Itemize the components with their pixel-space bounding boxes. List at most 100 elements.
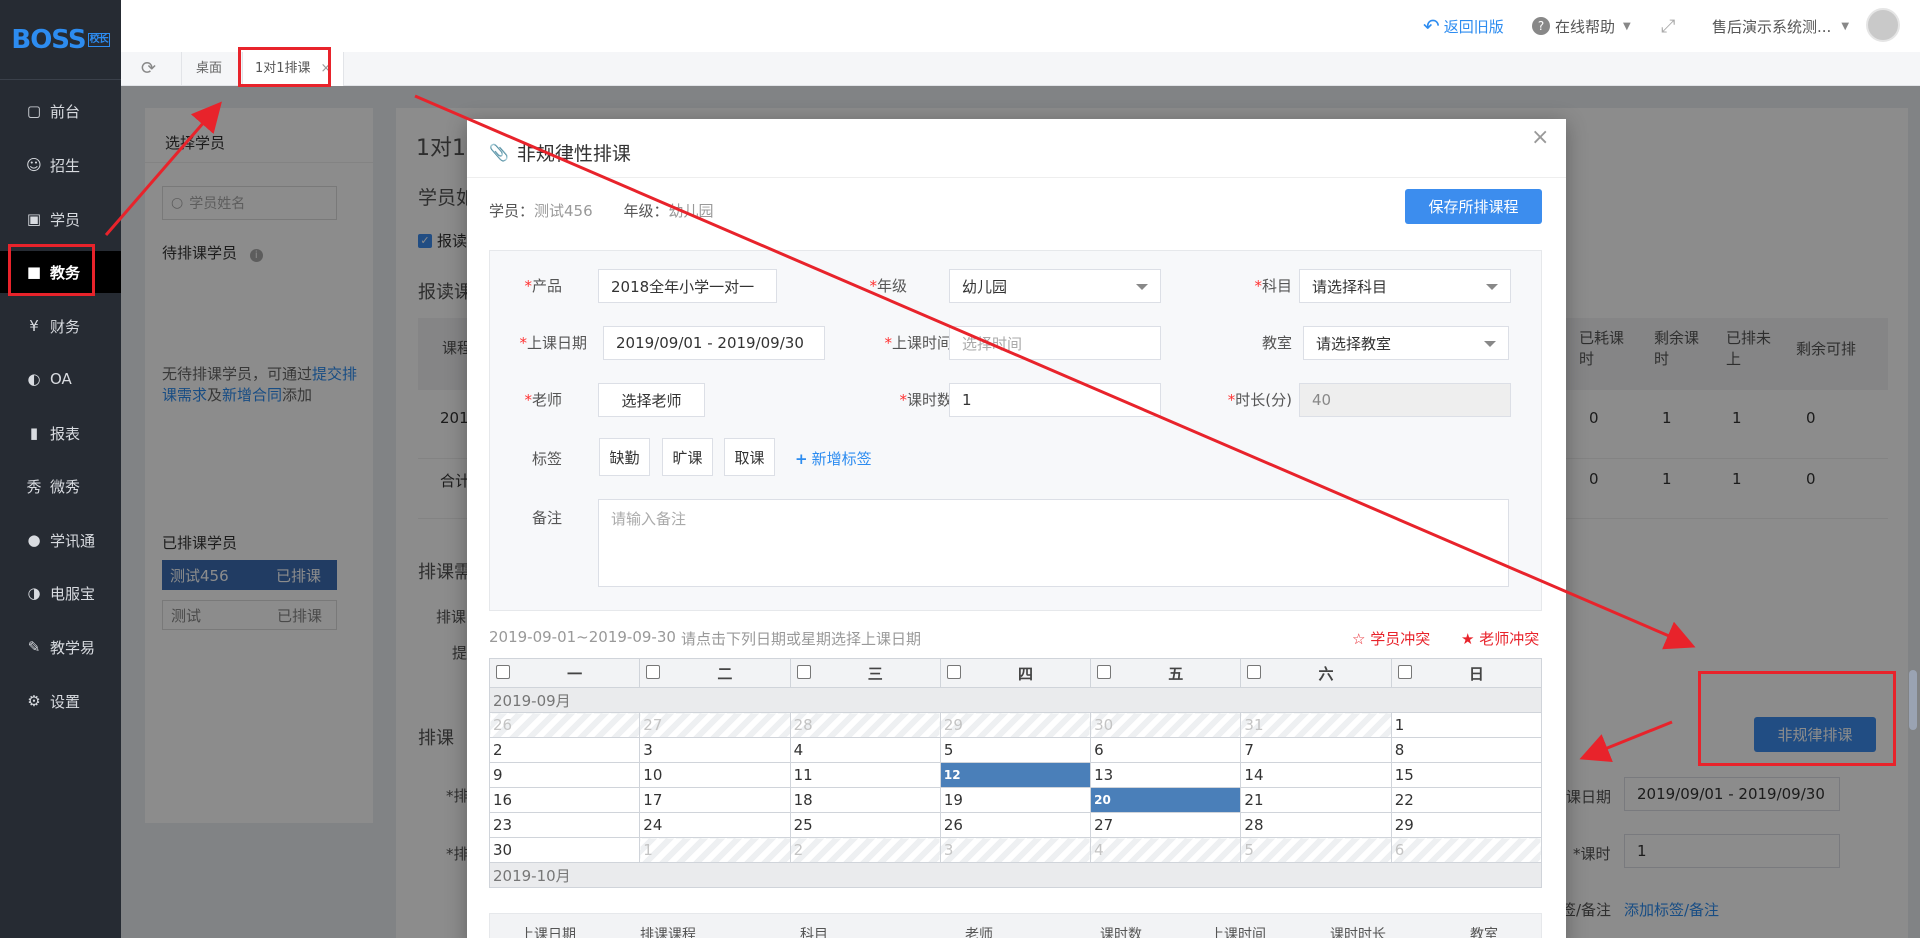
sidebar-item-oa[interactable]: ◐ OA bbox=[0, 358, 121, 400]
calendar-day: 29 bbox=[939, 712, 1092, 738]
calendar-day-selected[interactable]: 20 bbox=[1090, 787, 1242, 813]
close-icon[interactable]: × bbox=[1531, 125, 1549, 150]
sidebar-item-weixiu[interactable]: 秀微秀 bbox=[0, 465, 121, 507]
modal-title: 📎 非规律性排课 bbox=[489, 143, 631, 165]
tag-absent-button[interactable]: 缺勤 bbox=[599, 438, 650, 476]
calendar-day[interactable]: 1 bbox=[1390, 712, 1543, 738]
sidebar-item-yen[interactable]: ¥ 财务 bbox=[0, 305, 121, 347]
calendar-day[interactable]: 11 bbox=[789, 762, 941, 788]
weekday-thu[interactable]: 四 bbox=[939, 658, 1092, 688]
date-range-field[interactable]: 2019/09/01 - 2019/09/30 bbox=[603, 326, 825, 360]
calendar-day[interactable]: 17 bbox=[639, 787, 791, 813]
calendar-day[interactable]: 22 bbox=[1390, 787, 1543, 813]
calendar-day[interactable]: 2 bbox=[488, 737, 641, 763]
weekday-checkbox[interactable] bbox=[1397, 664, 1412, 679]
legend-student-conflict: ☆ 学员冲突 bbox=[1352, 630, 1431, 648]
weekday-tue[interactable]: 二 bbox=[639, 658, 791, 688]
sidebar-item-phone[interactable]: ◑ 电服宝 bbox=[0, 572, 121, 614]
list-col-header: 上课时间 bbox=[1210, 927, 1266, 938]
remark-textarea[interactable]: 请输入备注 bbox=[598, 499, 1509, 587]
paperclip-icon: 📎 bbox=[489, 143, 509, 162]
tag-truant-button[interactable]: 旷课 bbox=[662, 438, 713, 476]
calendar-day[interactable]: 14 bbox=[1240, 762, 1392, 788]
irregular-schedule-modal: 📎 非规律性排课 × 学员：测试456 年级：幼儿园 保存所排课程 *产品 201… bbox=[467, 119, 1566, 938]
calendar-day: 4 bbox=[1090, 837, 1242, 863]
calendar-day[interactable]: 26 bbox=[939, 812, 1092, 838]
calendar-day[interactable]: 10 bbox=[639, 762, 791, 788]
calendar-day[interactable]: 18 bbox=[789, 787, 941, 813]
remark-label: 备注 bbox=[531, 509, 562, 527]
sidebar-item-calendar[interactable]: ▢ 前台 bbox=[0, 90, 121, 132]
calendar-day[interactable]: 16 bbox=[488, 787, 641, 813]
weekday-wed[interactable]: 三 bbox=[789, 658, 941, 688]
calendar-day[interactable]: 5 bbox=[939, 737, 1092, 763]
chevron-down-icon: ▼ bbox=[1841, 20, 1850, 32]
calendar-day[interactable]: 15 bbox=[1390, 762, 1543, 788]
user-menu[interactable]: 售后演示系统测... ▼ bbox=[1712, 0, 1849, 52]
subject-select[interactable]: 请选择科目 bbox=[1299, 269, 1511, 303]
time-picker[interactable]: 选择时间 bbox=[949, 326, 1161, 360]
calendar-day[interactable]: 28 bbox=[1240, 812, 1392, 838]
teach-icon: ✎ bbox=[27, 638, 41, 656]
sidebar-item-student-card[interactable]: ▣ 学员 bbox=[0, 198, 121, 240]
calendar-day[interactable]: 8 bbox=[1390, 737, 1543, 763]
calendar-day[interactable]: 4 bbox=[789, 737, 941, 763]
weekday-checkbox[interactable] bbox=[496, 664, 510, 679]
calendar-day: 26 bbox=[488, 712, 641, 738]
hours-label: *课时数 bbox=[899, 391, 952, 409]
avatar[interactable] bbox=[1866, 8, 1900, 42]
select-teacher-button[interactable]: 选择老师 bbox=[598, 383, 705, 417]
calendar-day-selected[interactable]: 12 bbox=[939, 762, 1092, 788]
calendar-day[interactable]: 27 bbox=[1090, 812, 1242, 838]
weekday-fri[interactable]: 五 bbox=[1090, 658, 1242, 688]
calendar-day[interactable]: 23 bbox=[488, 812, 641, 838]
weekday-checkbox[interactable] bbox=[1097, 664, 1112, 679]
duration-label: *时长(分) bbox=[1227, 391, 1292, 409]
weekday-mon[interactable]: 一 bbox=[488, 658, 641, 688]
add-tag-link[interactable]: + 新增标签 bbox=[795, 448, 872, 469]
sidebar-item-bar-chart[interactable]: ▮ 报表 bbox=[0, 412, 121, 454]
weekday-checkbox[interactable] bbox=[646, 664, 661, 679]
star-outline-icon: ☆ bbox=[1352, 630, 1366, 648]
calendar-day[interactable]: 21 bbox=[1240, 787, 1392, 813]
weekday-sat[interactable]: 六 bbox=[1240, 658, 1392, 688]
sidebar-item-gear[interactable]: ⚙ 设置 bbox=[0, 680, 121, 722]
sidebar-item-user-add[interactable]: ☺ 招生 bbox=[0, 144, 121, 186]
sidebar-item-teach[interactable]: ✎ 教学易 bbox=[0, 626, 121, 668]
calendar-day: 1 bbox=[639, 837, 791, 863]
weekday-checkbox[interactable] bbox=[1247, 664, 1262, 679]
fullscreen-icon[interactable]: ⤢ bbox=[1661, 0, 1675, 52]
product-field[interactable]: 2018全年小学一对一 bbox=[598, 269, 777, 303]
phone-icon: ◑ bbox=[27, 584, 41, 602]
calendar-day[interactable]: 30 bbox=[488, 837, 641, 863]
weekday-sun[interactable]: 日 bbox=[1390, 658, 1543, 688]
calendar-day[interactable]: 6 bbox=[1090, 737, 1242, 763]
sidebar-item-location[interactable]: ● 学讯通 bbox=[0, 519, 121, 561]
refresh-icon[interactable]: ⟳ bbox=[141, 58, 156, 79]
room-select[interactable]: 请选择教室 bbox=[1303, 326, 1509, 360]
highlight-tab bbox=[238, 47, 331, 87]
calendar-hint: 请点击下列日期或星期选择上课日期 bbox=[681, 630, 922, 648]
back-old-version-link[interactable]: ↶ 返回旧版 bbox=[1423, 0, 1504, 52]
weekday-checkbox[interactable] bbox=[796, 664, 811, 679]
star-filled-icon: ★ bbox=[1461, 630, 1475, 648]
calendar-day[interactable]: 29 bbox=[1390, 812, 1543, 838]
calendar-day[interactable]: 3 bbox=[639, 737, 791, 763]
online-help-menu[interactable]: ? 在线帮助 ▼ bbox=[1532, 0, 1631, 52]
calendar-day[interactable]: 24 bbox=[639, 812, 791, 838]
calendar-day[interactable]: 9 bbox=[488, 762, 641, 788]
tab-desktop[interactable]: 桌面 bbox=[181, 52, 236, 86]
grade-select[interactable]: 幼儿园 bbox=[949, 269, 1161, 303]
scrollbar[interactable] bbox=[1909, 670, 1917, 730]
teacher-label: *老师 bbox=[524, 391, 562, 409]
save-schedule-button[interactable]: 保存所排课程 bbox=[1405, 189, 1542, 224]
calendar-day[interactable]: 13 bbox=[1090, 762, 1242, 788]
calendar-day[interactable]: 19 bbox=[939, 787, 1092, 813]
date-range-text: 2019-09-01~2019-09-30 bbox=[489, 628, 676, 646]
weekday-checkbox[interactable] bbox=[946, 664, 961, 679]
tag-cancel-button[interactable]: 取课 bbox=[724, 438, 775, 476]
bar-chart-icon: ▮ bbox=[29, 424, 39, 442]
calendar-day[interactable]: 25 bbox=[789, 812, 941, 838]
hours-input[interactable]: 1 bbox=[949, 383, 1161, 417]
calendar-day[interactable]: 7 bbox=[1240, 737, 1392, 763]
